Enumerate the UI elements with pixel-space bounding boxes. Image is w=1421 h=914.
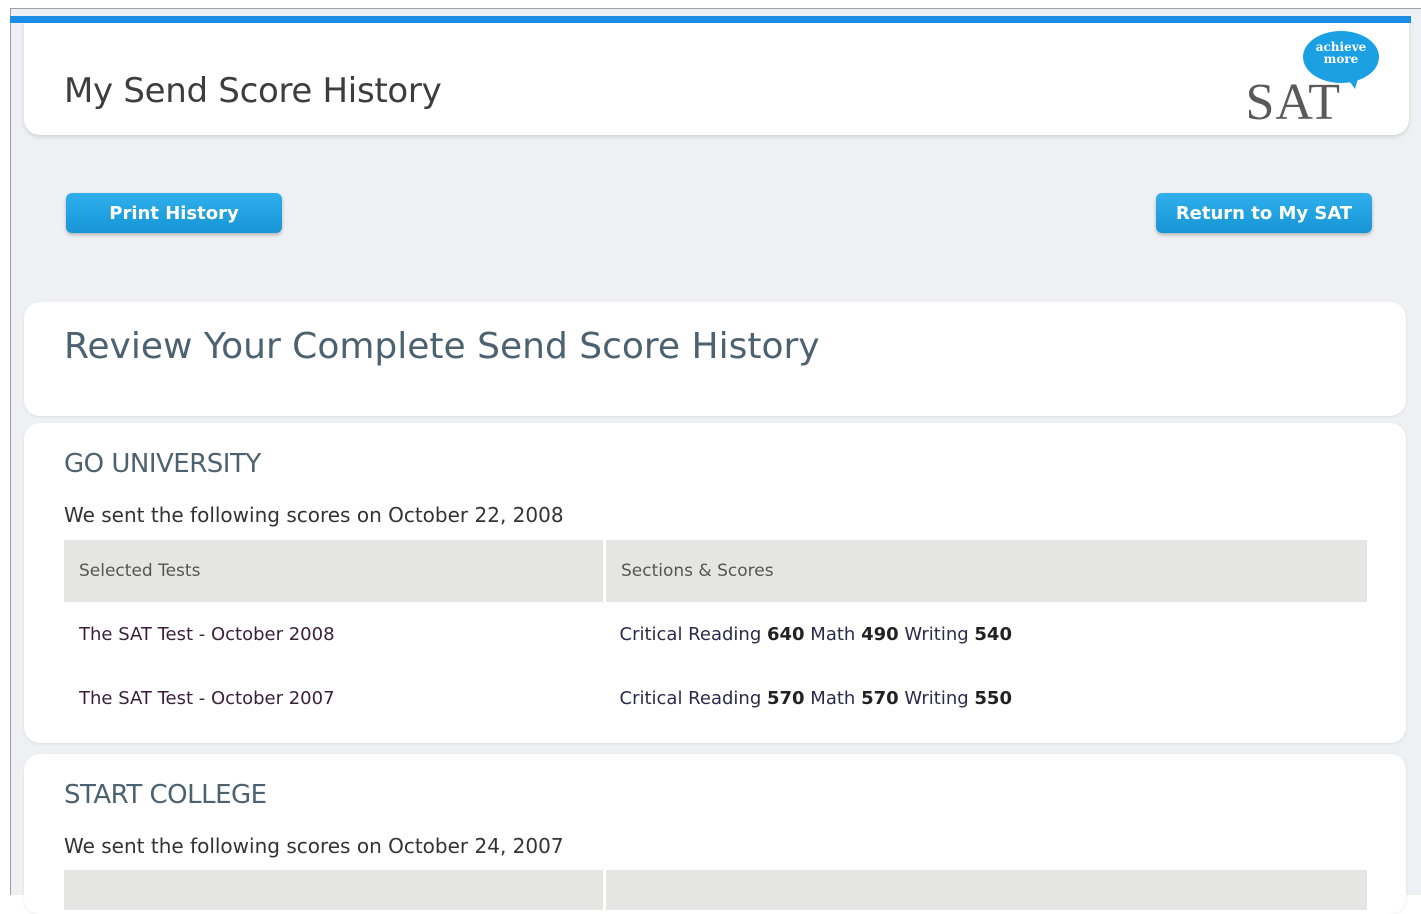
page-title: My Send Score History — [64, 71, 442, 111]
review-card: Review Your Complete Send Score History — [24, 302, 1406, 416]
bubble-text: achieve more — [1303, 41, 1379, 65]
table-header-partial — [64, 870, 1367, 910]
sent-date-line: We sent the following scores on October … — [64, 834, 564, 858]
sections-scores: Critical Reading 570 Math 570 Writing 55… — [605, 666, 1368, 730]
institution-name: START COLLEGE — [64, 780, 267, 810]
return-to-my-sat-button[interactable]: Return to My SAT — [1156, 193, 1372, 233]
column-header-sections-scores: Sections & Scores — [604, 540, 1367, 602]
section-score: 540 — [974, 623, 1012, 645]
section-label: Writing — [904, 623, 969, 645]
review-title: Review Your Complete Send Score History — [64, 326, 820, 367]
section-score: 570 — [861, 687, 899, 709]
institution-name: GO UNIVERSITY — [64, 449, 261, 479]
sat-wordmark: SAT — [1245, 74, 1341, 131]
section-score: 490 — [861, 623, 899, 645]
table-header-row: Selected Tests Sections & Scores — [64, 540, 1367, 602]
bubble-tail-icon — [1345, 75, 1359, 89]
table-row: The SAT Test - October 2008 Critical Rea… — [64, 602, 1367, 666]
table-row: The SAT Test - October 2007 Critical Rea… — [64, 666, 1367, 730]
test-name: The SAT Test - October 2008 — [79, 623, 335, 645]
column-divider — [603, 870, 606, 910]
section-label: Critical Reading — [619, 623, 762, 645]
section-score: 640 — [766, 623, 805, 645]
sat-logo: achieve more SAT — [1239, 31, 1379, 131]
section-score: 570 — [766, 687, 805, 709]
section-label: Math — [810, 687, 856, 709]
top-accent-bar — [10, 16, 1411, 23]
test-name: The SAT Test - October 2007 — [79, 687, 335, 709]
sections-scores: Critical Reading 640 Math 490 Writing 54… — [605, 602, 1368, 666]
institution-card-start-college: START COLLEGE We sent the following scor… — [24, 754, 1406, 914]
institution-card-go-university: GO UNIVERSITY We sent the following scor… — [24, 423, 1406, 743]
header-card: My Send Score History achieve more SAT — [24, 23, 1409, 135]
section-label: Critical Reading — [619, 687, 762, 709]
print-history-button[interactable]: Print History — [66, 193, 282, 233]
section-score: 550 — [974, 687, 1012, 709]
section-label: Writing — [904, 687, 969, 709]
bubble-line-2: more — [1323, 52, 1359, 66]
sent-date-line: We sent the following scores on October … — [64, 503, 564, 527]
column-header-selected-tests: Selected Tests — [64, 540, 606, 602]
score-table: Selected Tests Sections & Scores The SAT… — [64, 540, 1367, 730]
section-label: Math — [810, 623, 856, 645]
